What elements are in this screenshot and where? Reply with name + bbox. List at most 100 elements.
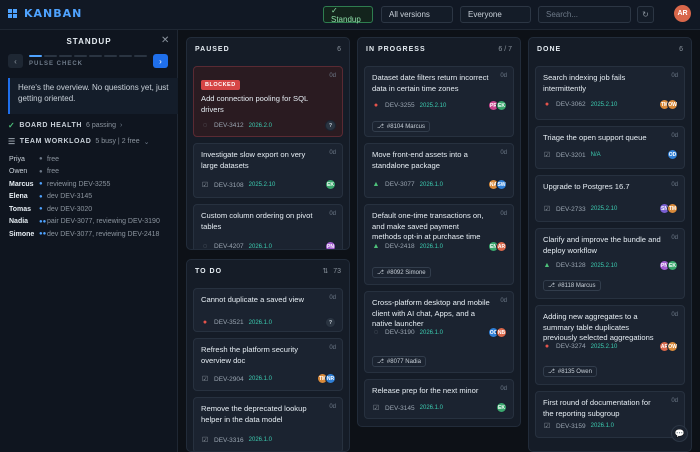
task-card[interactable]: 0d Cannot duplicate a saved view ● DEV-3521…: [193, 288, 343, 332]
pull-request-ref[interactable]: ⎇ #8135 Owen: [543, 366, 597, 377]
user-avatar[interactable]: AR: [674, 5, 691, 22]
assignee-avatars: OD: [667, 149, 678, 160]
task-card[interactable]: 0d Clarify and improve the bundle and dep…: [535, 228, 685, 299]
column-title: DONE: [537, 45, 562, 53]
unassigned-avatar[interactable]: ?: [325, 120, 336, 131]
avatar[interactable]: SW: [496, 179, 507, 190]
task-card[interactable]: 0d First round of documentation for the r…: [535, 391, 685, 438]
status-dot-icon: ●: [39, 181, 43, 187]
card-age: 0d: [500, 73, 507, 79]
task-card[interactable]: 0d Move front-end assets into a standalon…: [364, 143, 514, 198]
column-count: 6: [679, 45, 683, 53]
card-title: Default one-time transactions on, and ma…: [372, 211, 484, 241]
card-id[interactable]: DEV-3255: [385, 102, 415, 109]
task-card[interactable]: 0d Investigate slow export on very large …: [193, 143, 343, 198]
chevron-right-icon: ›: [119, 122, 123, 129]
card-id[interactable]: DEV-3128: [556, 262, 586, 269]
standup-panel: STANDUP ✕ ‹ PULSE CHECK › Here's the ove…: [0, 30, 178, 452]
avatar[interactable]: OW: [667, 341, 678, 352]
check-icon: ☑: [201, 182, 209, 189]
task-card[interactable]: 0d Custom column ordering on pivot tables…: [193, 204, 343, 249]
card-id[interactable]: DEV-3316: [214, 437, 244, 444]
worker-row[interactable]: Elena ● dev DEV-3145: [9, 191, 177, 203]
worker-row[interactable]: Simone ●● dev DEV-3077, reviewing DEV-2418: [9, 228, 177, 240]
card-title: Dataset date filters return incorrect da…: [372, 73, 489, 93]
card-id[interactable]: DEV-2733: [556, 206, 586, 213]
card-id[interactable]: DEV-3521: [214, 319, 244, 326]
task-card[interactable]: 0d Dataset date filters return incorrect …: [364, 66, 514, 137]
avatar[interactable]: EK: [325, 179, 336, 190]
card-id[interactable]: DEV-2418: [385, 243, 415, 250]
avatar[interactable]: EK: [496, 402, 507, 413]
column-in-progress: IN PROGRESS 6 / 7 0d Dataset date filters…: [357, 37, 521, 427]
unassigned-avatar[interactable]: ?: [325, 317, 336, 328]
column-paused: PAUSED 6 0d BLOCKED Add connection pooling…: [186, 37, 350, 250]
avatar[interactable]: NR: [325, 373, 336, 384]
card-id[interactable]: DEV-2904: [214, 376, 244, 383]
sort-icon[interactable]: ⇅: [322, 268, 328, 275]
card-id[interactable]: DEV-3159: [556, 423, 586, 430]
team-workload-section[interactable]: ☰ TEAM WORKLOAD 5 busy | 2 free ⌄: [8, 137, 150, 146]
card-meta: ● DEV-3062 2025.2.10: [543, 101, 617, 108]
avatar[interactable]: OW: [667, 99, 678, 110]
task-card[interactable]: 0d Upgrade to Postgres 16.7 ☑ DEV-2733 2025.…: [535, 175, 685, 222]
pull-request-ref[interactable]: ⎇ #8118 Marcus: [543, 280, 601, 291]
avatar[interactable]: OD: [667, 149, 678, 160]
card-id[interactable]: DEV-3412: [214, 122, 244, 129]
versions-select[interactable]: All versions: [381, 6, 453, 23]
people-select[interactable]: Everyone: [460, 6, 531, 23]
card-id[interactable]: DEV-3190: [385, 329, 415, 336]
worker-task: free: [47, 155, 60, 163]
standup-button[interactable]: ✓ Standup: [323, 6, 373, 24]
worker-row[interactable]: Owen ● free: [9, 166, 177, 178]
avatar[interactable]: EK: [496, 100, 507, 111]
worker-row[interactable]: Tomas ● dev DEV-3020: [9, 203, 177, 215]
card-id[interactable]: DEV-3145: [385, 405, 415, 412]
card-id[interactable]: DEV-3077: [385, 181, 415, 188]
task-card[interactable]: 0d BLOCKED Add connection pooling for SQL …: [193, 66, 343, 137]
previous-step-button[interactable]: ‹: [8, 54, 23, 68]
avatar[interactable]: TM: [667, 203, 678, 214]
card-id[interactable]: DEV-4207: [214, 243, 244, 249]
worker-row[interactable]: Nadia ●● pair DEV-3077, reviewing DEV-3190: [9, 216, 177, 228]
avatar[interactable]: NB: [496, 327, 507, 338]
card-id[interactable]: DEV-3108: [214, 182, 244, 189]
avatar[interactable]: EK: [667, 260, 678, 271]
board-health-section[interactable]: ✓ BOARD HEALTH 6 passing ›: [8, 121, 123, 130]
task-card[interactable]: 0d Release prep for the next minor ☑ DEV-31…: [364, 379, 514, 419]
task-card[interactable]: 0d Search indexing job fails intermittent…: [535, 66, 685, 120]
card-id[interactable]: DEV-3062: [556, 101, 586, 108]
avatar[interactable]: PN: [325, 241, 336, 249]
dot-icon: ●: [544, 343, 550, 350]
task-card[interactable]: 0d Cross-platform desktop and mobile clie…: [364, 291, 514, 373]
pull-request-ref[interactable]: ⎇ #8077 Nadia: [372, 356, 426, 367]
worker-row[interactable]: Marcus ● reviewing DEV-3255: [9, 178, 177, 190]
task-card[interactable]: 0d Remove the deprecated lookup helper in…: [193, 397, 343, 451]
chat-icon[interactable]: 💬: [671, 425, 688, 442]
card-version: 2025.2.10: [248, 182, 276, 188]
task-card[interactable]: 0d Triage the open support queue ☑ DEV-3201…: [535, 126, 685, 169]
worker-row[interactable]: Priya ● free: [9, 153, 177, 165]
close-icon[interactable]: ✕: [161, 35, 169, 46]
task-card[interactable]: 0d Adding new aggregates to a summary tab…: [535, 305, 685, 385]
task-card[interactable]: 0d Refresh the platform security overview…: [193, 338, 343, 391]
app-brand[interactable]: KANBAN: [8, 7, 82, 20]
card-id[interactable]: DEV-3274: [556, 343, 586, 350]
card-age: 0d: [671, 398, 678, 404]
avatar[interactable]: AR: [496, 241, 507, 252]
next-step-button[interactable]: ›: [153, 54, 168, 68]
pull-request-ref[interactable]: ⎇ #8092 Simone: [372, 267, 431, 278]
card-meta: ● DEV-3274 2025.2.10: [543, 343, 617, 350]
assignee-avatars: TM NR: [317, 373, 336, 384]
pull-request-ref[interactable]: ⎇ #8104 Marcus: [372, 121, 430, 132]
card-id[interactable]: DEV-3201: [556, 152, 586, 159]
blocked-badge: BLOCKED: [201, 80, 240, 90]
search-input[interactable]: Search...: [538, 6, 631, 23]
refresh-icon[interactable]: ↻: [637, 6, 654, 23]
card-meta: ☑ DEV-3316 2026.1.0: [201, 436, 272, 445]
task-card[interactable]: 0d Default one-time transactions on, and …: [364, 204, 514, 285]
card-version: 2026.1.0: [419, 329, 443, 336]
card-title: First round of documentation for the rep…: [543, 398, 651, 418]
card-age: 0d: [329, 295, 336, 301]
pull-request-label: #8118 Marcus: [557, 282, 596, 289]
